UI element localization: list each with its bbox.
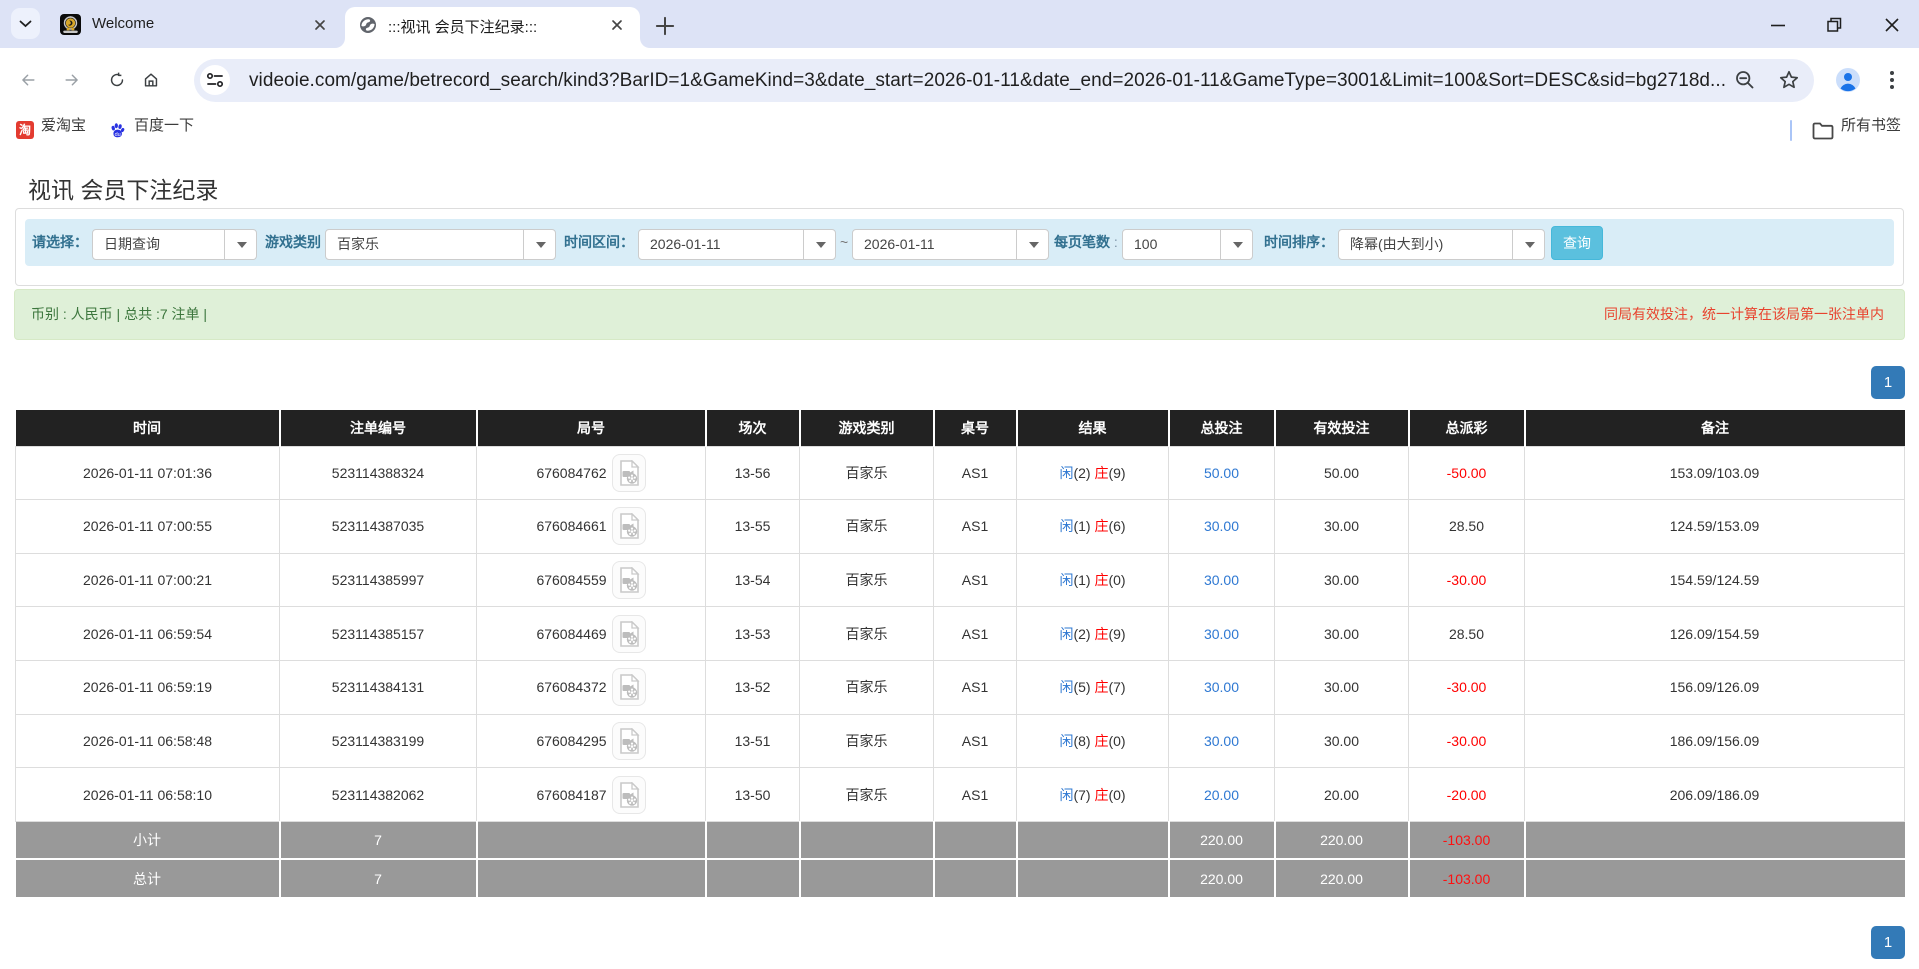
svg-text:du: du [115, 132, 121, 138]
